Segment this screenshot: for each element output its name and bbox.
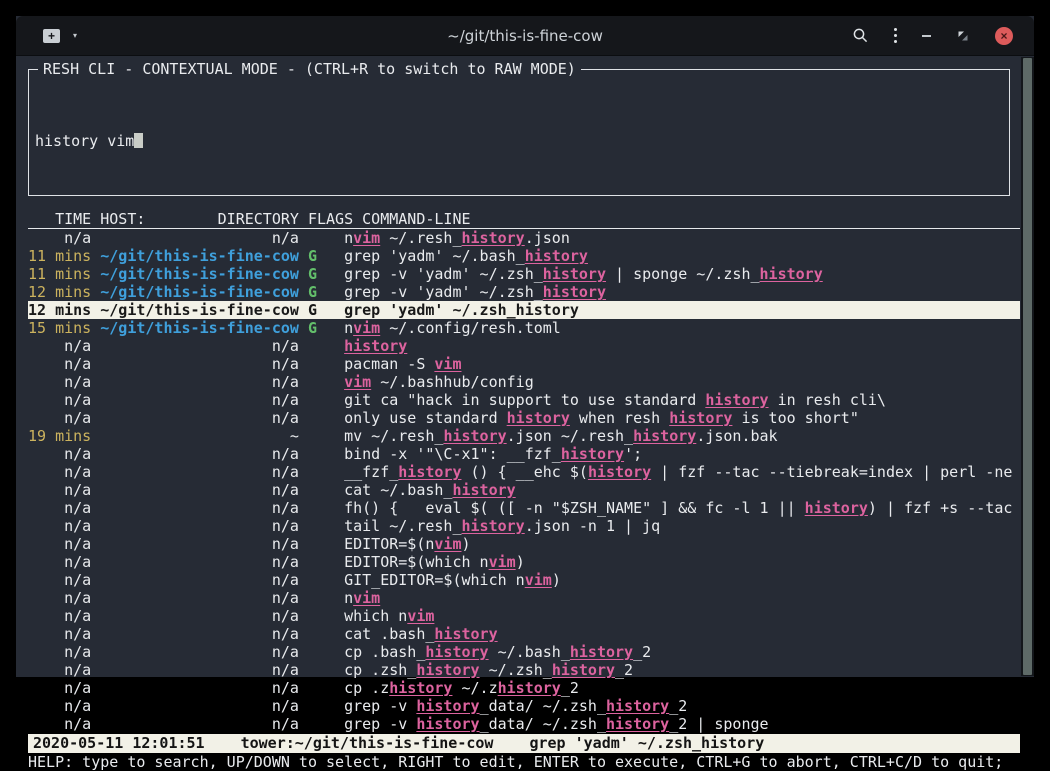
history-row[interactable]: n/a n/a cp .bash_history ~/.bash_history… bbox=[28, 643, 1020, 661]
history-row[interactable]: n/a n/a cp .zsh_history ~/.zsh_history_2 bbox=[28, 661, 1020, 679]
new-tab-icon: + bbox=[43, 29, 60, 43]
search-query-text: history vim bbox=[35, 132, 134, 150]
status-host-directory: tower:~/git/this-is-fine-cow bbox=[241, 734, 494, 752]
new-tab-button[interactable]: + bbox=[43, 29, 60, 43]
history-row[interactable]: n/a n/a bind -x '"\C-x1": __fzf_history'… bbox=[28, 445, 1020, 463]
search-box[interactable]: RESH CLI - CONTEXTUAL MODE - (CTRL+R to … bbox=[28, 69, 1010, 196]
history-row[interactable]: n/a n/a cat .bash_history bbox=[28, 625, 1020, 643]
close-icon: × bbox=[995, 27, 1013, 45]
restore-icon bbox=[956, 29, 970, 43]
history-row[interactable]: n/a n/a git ca "hack in support to use s… bbox=[28, 391, 1020, 409]
titlebar[interactable]: + ▾ ~/git/this-is-fine-cow bbox=[16, 16, 1034, 56]
history-row[interactable]: n/a n/a only use standard history when r… bbox=[28, 409, 1020, 427]
history-row[interactable]: n/a n/a EDITOR=$(nvim) bbox=[28, 535, 1020, 553]
terminal-content: RESH CLI - CONTEXTUAL MODE - (CTRL+R to … bbox=[16, 56, 1034, 771]
status-bar: 2020-05-11 12:01:51 tower:~/git/this-is-f… bbox=[28, 734, 1020, 753]
status-timestamp: 2020-05-11 12:01:51 bbox=[33, 734, 205, 752]
search-box-title: RESH CLI - CONTEXTUAL MODE - (CTRL+R to … bbox=[38, 60, 581, 78]
search-input[interactable]: history vim bbox=[35, 132, 1003, 150]
scrollbar[interactable] bbox=[1021, 57, 1034, 676]
chevron-down-icon: ▾ bbox=[73, 31, 77, 40]
history-row[interactable]: n/a n/a grep -v history_data/ ~/.zsh_his… bbox=[28, 697, 1020, 715]
history-row[interactable]: 11 mins ~/git/this-is-fine-cow G grep -v… bbox=[28, 265, 1020, 283]
menu-button[interactable] bbox=[894, 28, 897, 43]
history-row[interactable]: n/a n/a tail ~/.resh_history.json -n 1 |… bbox=[28, 517, 1020, 535]
history-row-selected[interactable]: 12 mins ~/git/this-is-fine-cow G grep 'y… bbox=[28, 301, 1020, 319]
search-button[interactable] bbox=[852, 27, 869, 44]
history-row[interactable]: 11 mins ~/git/this-is-fine-cow G grep 'y… bbox=[28, 247, 1020, 265]
history-row[interactable]: n/a n/a nvim bbox=[28, 589, 1020, 607]
kebab-menu-icon bbox=[894, 28, 897, 43]
history-row[interactable]: n/a n/a grep -v history_data/ ~/.zsh_his… bbox=[28, 715, 1020, 733]
close-button[interactable]: × bbox=[995, 27, 1013, 45]
history-row[interactable]: n/a n/a fh() { eval $( ([ -n "$ZSH_NAME"… bbox=[28, 499, 1020, 517]
minimize-button[interactable] bbox=[922, 35, 931, 37]
history-row[interactable]: 19 mins ~ mv ~/.resh_history.json ~/.res… bbox=[28, 427, 1020, 445]
help-line: HELP: type to search, UP/DOWN to select,… bbox=[28, 753, 1020, 771]
history-row[interactable]: n/a n/a nvim ~/.resh_history.json bbox=[28, 229, 1020, 247]
history-row[interactable]: n/a n/a history bbox=[28, 337, 1020, 355]
history-row[interactable]: n/a n/a __fzf_history () { __ehc $(histo… bbox=[28, 463, 1020, 481]
history-row[interactable]: n/a n/a pacman -S vim bbox=[28, 355, 1020, 373]
history-row[interactable]: 15 mins ~/git/this-is-fine-cow G nvim ~/… bbox=[28, 319, 1020, 337]
table-header: TIME HOST: DIRECTORY FLAGS COMMAND-LINE bbox=[28, 210, 1020, 229]
history-row[interactable]: n/a n/a which nvim bbox=[28, 607, 1020, 625]
history-row[interactable]: n/a n/a EDITOR=$(which nvim) bbox=[28, 553, 1020, 571]
search-icon bbox=[852, 27, 869, 44]
history-row[interactable]: 12 mins ~/git/this-is-fine-cow G grep -v… bbox=[28, 283, 1020, 301]
text-cursor bbox=[134, 133, 143, 148]
new-tab-dropdown-button[interactable]: ▾ bbox=[73, 31, 77, 40]
history-row[interactable]: n/a n/a vim ~/.bashhub/config bbox=[28, 373, 1020, 391]
history-row[interactable]: n/a n/a GIT_EDITOR=$(which nvim) bbox=[28, 571, 1020, 589]
scrollbar-thumb[interactable] bbox=[1023, 58, 1032, 675]
history-row[interactable]: n/a n/a cat ~/.bash_history bbox=[28, 481, 1020, 499]
history-table-body: n/a n/a nvim ~/.resh_history.json11 mins… bbox=[28, 229, 1020, 733]
status-command: grep 'yadm' ~/.zsh_history bbox=[529, 734, 764, 752]
history-row[interactable]: n/a n/a cp .zhistory ~/.zhistory_2 bbox=[28, 679, 1020, 697]
restore-button[interactable] bbox=[956, 29, 970, 43]
terminal-window: + ▾ ~/git/this-is-fine-cow bbox=[16, 16, 1034, 677]
minimize-icon bbox=[922, 35, 931, 37]
